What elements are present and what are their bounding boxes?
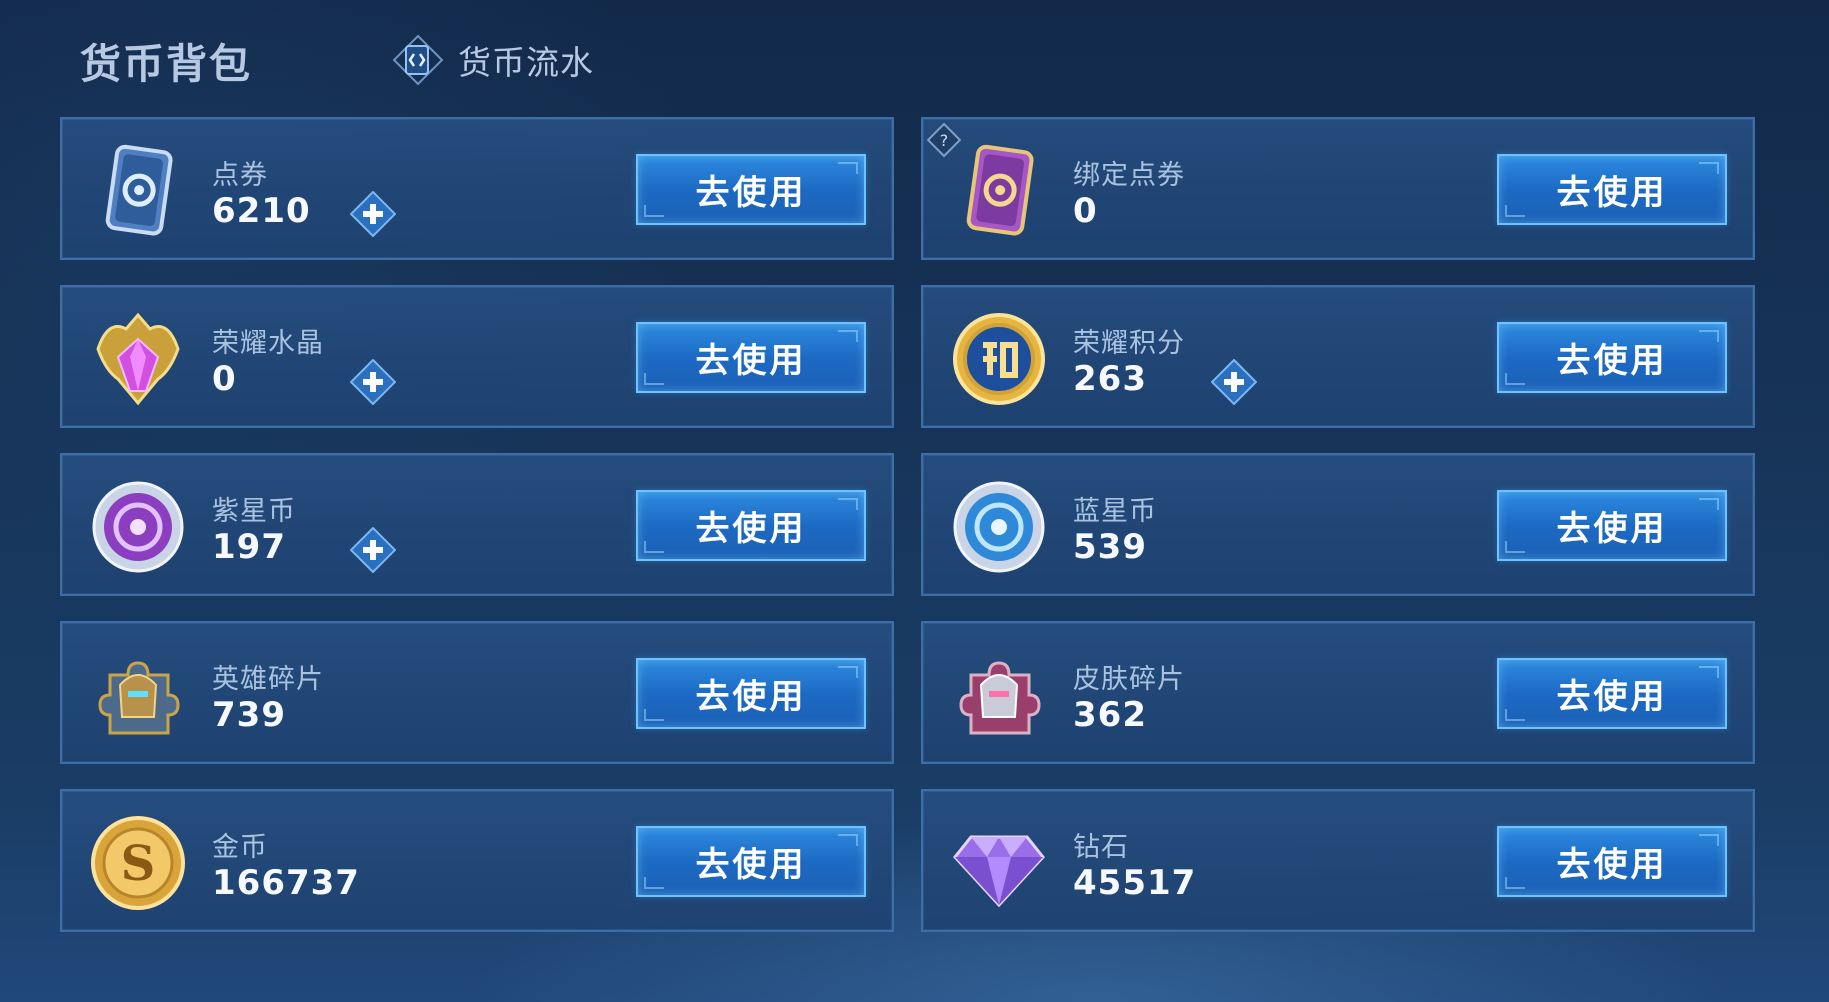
use-gold-coin-button[interactable]: 去使用: [636, 826, 866, 897]
diamond-icon: [953, 835, 1045, 908]
bound-voucher-card-icon: [966, 144, 1034, 236]
svg-text:S: S: [121, 836, 156, 892]
currency-amount: 362: [1073, 695, 1147, 735]
glory-points-icon: [953, 313, 1045, 405]
currency-name: 绑定点券: [1073, 160, 1185, 191]
currency-name: 英雄碎片: [212, 664, 324, 695]
currency-card-voucher: 点券 6210 去使用: [60, 117, 894, 260]
use-glory-crystal-button[interactable]: 去使用: [636, 322, 866, 393]
add-purple-star-coin-plus-icon[interactable]: [350, 527, 396, 573]
currency-name: 点券: [212, 160, 268, 191]
use-glory-points-button[interactable]: 去使用: [1497, 322, 1727, 393]
purple-star-coin-icon: [92, 481, 184, 573]
currency-amount: 0: [212, 359, 237, 399]
currency-name: 荣耀积分: [1073, 328, 1185, 359]
glory-crystal-icon: [96, 312, 180, 406]
currency-flow-icon: [392, 34, 444, 86]
currency-amount: 539: [1073, 527, 1147, 567]
currency-card-diamond: 钻石 45517 去使用: [921, 789, 1755, 932]
use-hero-fragment-button[interactable]: 去使用: [636, 658, 866, 729]
voucher-card-icon: [105, 144, 173, 236]
currency-name: 紫星币: [212, 496, 296, 527]
blue-star-coin-icon: [953, 481, 1045, 573]
currency-card-gold-coin: S 金币 166737 去使用: [60, 789, 894, 932]
add-voucher-plus-icon[interactable]: [350, 191, 396, 237]
currency-name: 金币: [212, 832, 268, 863]
add-glory-points-plus-icon[interactable]: [1211, 359, 1257, 405]
currency-amount: 263: [1073, 359, 1147, 399]
currency-amount: 197: [212, 527, 286, 567]
use-skin-fragment-button[interactable]: 去使用: [1497, 658, 1727, 729]
currency-name: 蓝星币: [1073, 496, 1157, 527]
currency-flow-tab[interactable]: 货币流水: [392, 34, 594, 86]
currency-card-hero-fragment: 英雄碎片 739 去使用: [60, 621, 894, 764]
add-glory-crystal-plus-icon[interactable]: [350, 359, 396, 405]
currency-card-glory-points: 荣耀积分 263 去使用: [921, 285, 1755, 428]
currency-card-bound-voucher: ? 绑定点券 0 去使用: [921, 117, 1755, 260]
page-title: 货币背包: [80, 40, 252, 88]
use-blue-star-coin-button[interactable]: 去使用: [1497, 490, 1727, 561]
currency-flow-label: 货币流水: [458, 43, 594, 82]
currency-name: 皮肤碎片: [1073, 664, 1185, 695]
hero-fragment-icon: [98, 661, 180, 735]
gold-coin-icon: S: [91, 816, 185, 910]
currency-amount: 0: [1073, 191, 1098, 231]
use-purple-star-coin-button[interactable]: 去使用: [636, 490, 866, 561]
currency-amount: 739: [212, 695, 286, 735]
use-voucher-button[interactable]: 去使用: [636, 154, 866, 225]
currency-card-blue-star-coin: 蓝星币 539 去使用: [921, 453, 1755, 596]
use-diamond-button[interactable]: 去使用: [1497, 826, 1727, 897]
currency-card-purple-star-coin: 紫星币 197 去使用: [60, 453, 894, 596]
skin-fragment-icon: [959, 661, 1041, 735]
currency-card-skin-fragment: 皮肤碎片 362 去使用: [921, 621, 1755, 764]
currency-amount: 6210: [212, 191, 311, 231]
currency-card-glory-crystal: 荣耀水晶 0 去使用: [60, 285, 894, 428]
currency-amount: 45517: [1073, 863, 1197, 903]
svg-text:?: ?: [940, 131, 949, 150]
use-bound-voucher-button[interactable]: 去使用: [1497, 154, 1727, 225]
currency-amount: 166737: [212, 863, 360, 903]
currency-name: 钻石: [1073, 832, 1129, 863]
currency-name: 荣耀水晶: [212, 328, 324, 359]
